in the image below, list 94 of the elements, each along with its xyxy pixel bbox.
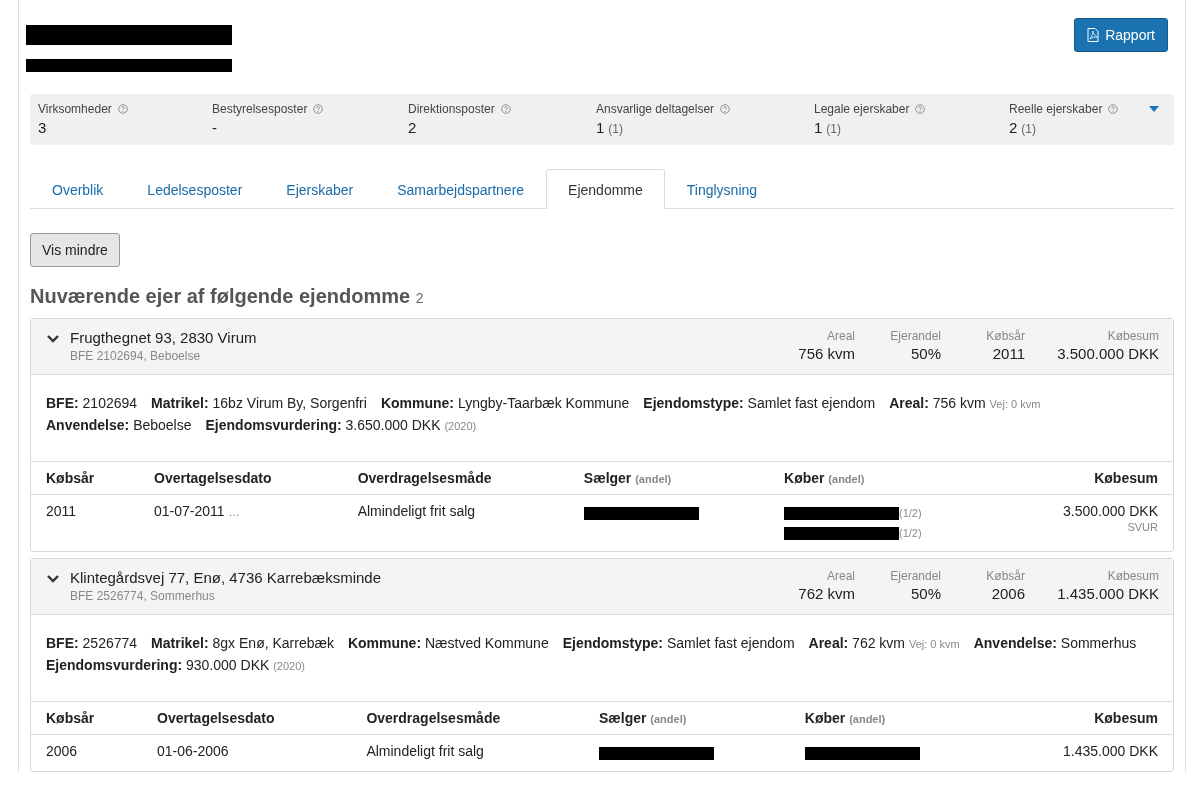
summary-label: Ejerandel	[889, 329, 941, 343]
detail-text: Ejendomsvurdering: 930.000 DKK (2020)	[46, 656, 305, 675]
detail-text: Ejendomsvurdering: 3.650.000 DKK (2020)	[205, 416, 477, 435]
share-label: (1/2)	[899, 527, 922, 539]
stat-subcount: (1)	[826, 122, 841, 136]
summary-value: 50%	[909, 345, 941, 362]
tab[interactable]: Ledelsesposter	[125, 169, 265, 209]
stat-label: Reelle ejerskaber	[1009, 102, 1103, 116]
summary-value: 1.435.000 DKK	[1056, 585, 1159, 602]
count-label: 2	[415, 290, 424, 306]
tab[interactable]: Samarbejdspartnere	[375, 169, 547, 209]
help-icon[interactable]	[1108, 104, 1119, 114]
property-header[interactable]: Klintegårdsvej 77, Enø, 4736 Karrebæksminde BFE 2526774, Sommerhus Areal 762 kvm Ejerandel 50% Købsår 2006 Købesum 1.435.000 DKK	[31, 559, 1173, 615]
detail-text: Anvendelse: Sommerhus	[973, 634, 1137, 653]
report-button[interactable]: Rapport	[1074, 18, 1168, 52]
chevron-icon[interactable]	[47, 575, 59, 583]
tab[interactable]: Ejerskaber	[264, 169, 376, 209]
stat-label: Direktionsposter	[408, 102, 495, 116]
summary-value: 756 kvm	[797, 345, 855, 362]
summary-label: Areal	[826, 329, 855, 343]
show-less-button[interactable]: Vis mindre	[30, 233, 120, 267]
help-icon[interactable]	[720, 104, 731, 114]
stat-value: 3	[38, 119, 47, 136]
detail-text: Areal: 756 kvm Vej: 0 kvm	[889, 394, 1041, 413]
tab[interactable]: Tinglysning	[664, 169, 780, 209]
detail-text: BFE: 2102694	[46, 394, 138, 413]
column-header: Overtagelsesdato	[139, 461, 343, 495]
detail-text: Anvendelse: Beboelse	[46, 416, 192, 435]
pdf-file-icon	[1087, 28, 1100, 42]
summary-label: Købesum	[1106, 569, 1159, 583]
detail-text: Kommune: Lyngby-Taarbæk Kommune	[380, 394, 630, 413]
table-cell: 01-06-2006	[142, 734, 352, 771]
help-icon[interactable]	[313, 104, 324, 114]
property-address: Klintegårdsvej 77, Enø, 4736 Karrebæksminde	[70, 569, 382, 586]
summary-label: Købsår	[985, 329, 1025, 343]
table-cell: Almindeligt frit salg	[351, 734, 584, 771]
help-icon[interactable]	[117, 104, 128, 114]
column-header: Overtagelsesdato	[142, 701, 352, 735]
stat-subcount: (1)	[608, 122, 623, 136]
table-cell-text: 3.500.000 DKK	[1062, 503, 1158, 519]
tab[interactable]: Overblik	[30, 169, 126, 209]
stat-label: Virksomheder	[38, 102, 112, 116]
detail-text: Ejendomstype: Samlet fast ejendom	[643, 394, 876, 413]
detail-text: Ejendomstype: Samlet fast ejendom	[562, 634, 795, 653]
price-note: SVUR	[1126, 521, 1158, 533]
column-header: Købsår	[31, 701, 143, 735]
property-header[interactable]: Frugthegnet 93, 2830 Virum BFE 2102694, Beboelse Areal 756 kvm Ejerandel 50% Købsår 2011 Købesum 3.500.000 DKK	[31, 319, 1173, 375]
share-label: (1/2)	[899, 507, 922, 519]
property-address: Frugthegnet 93, 2830 Virum	[70, 329, 258, 346]
summary-label: Købesum	[1106, 329, 1159, 343]
tab[interactable]: Ejendomme	[546, 169, 665, 209]
detail-text: Matrikel: 16bz Virum By, Sorgenfri	[151, 394, 367, 413]
stat-value: 2	[1009, 119, 1018, 136]
stat-value: 2	[408, 119, 417, 136]
summary-value: 762 kvm	[797, 585, 855, 602]
stat-value: -	[212, 119, 217, 136]
column-header: Overdragelsesmåde	[342, 461, 569, 495]
summary-label: Købsår	[985, 569, 1025, 583]
detail-text: Areal: 762 kvm Vej: 0 kvm	[808, 634, 960, 653]
property-subtitle: BFE 2102694, Beboelse	[70, 349, 202, 363]
table-cell: 01-07-2011 …	[139, 494, 343, 551]
section-title: Nuværende ejer af følgende ejendomme	[30, 285, 411, 307]
detail-text: Matrikel: 8gx Enø, Karrebæk	[151, 634, 334, 653]
stat-label: Legale ejerskaber	[814, 102, 910, 116]
stat-label: Ansvarlige deltagelser	[596, 102, 715, 116]
column-header: Købsår	[31, 461, 139, 495]
column-header: Sælger (andel)	[583, 701, 790, 735]
summary-value: 2006	[990, 585, 1025, 602]
column-header: Købesum	[1000, 461, 1173, 495]
summary-value: 50%	[909, 585, 941, 602]
stat-label: Bestyrelsesposter	[212, 102, 308, 116]
stat-subcount: (1)	[1021, 122, 1036, 136]
column-header: Overdragelsesmåde	[351, 701, 584, 735]
column-header: Sælger (andel)	[568, 461, 769, 495]
summary-label: Ejerandel	[889, 569, 941, 583]
chevron-icon[interactable]	[47, 335, 59, 343]
stat-value: 1	[814, 119, 823, 136]
stat-value: 1	[596, 119, 605, 136]
column-header: Køber (andel)	[789, 701, 996, 735]
caret-icon[interactable]	[1149, 106, 1159, 112]
summary-value: 2011	[991, 345, 1025, 362]
detail-text: BFE: 2526774	[46, 634, 138, 653]
summary-label: Areal	[826, 569, 855, 583]
table-cell: Almindeligt frit salg	[342, 494, 569, 551]
help-icon[interactable]	[915, 104, 926, 114]
help-icon[interactable]	[500, 104, 511, 114]
column-header: Køber (andel)	[769, 461, 1001, 495]
table-cell: 2011	[31, 494, 139, 551]
table-cell: 2006	[31, 734, 143, 771]
detail-text: Kommune: Næstved Kommune	[347, 634, 549, 653]
table-cell-text: 1.435.000 DKK	[1062, 743, 1158, 759]
summary-value: 3.500.000 DKK	[1056, 345, 1159, 362]
column-header: Købesum	[995, 701, 1173, 735]
property-subtitle: BFE 2526774, Sommerhus	[70, 589, 216, 603]
